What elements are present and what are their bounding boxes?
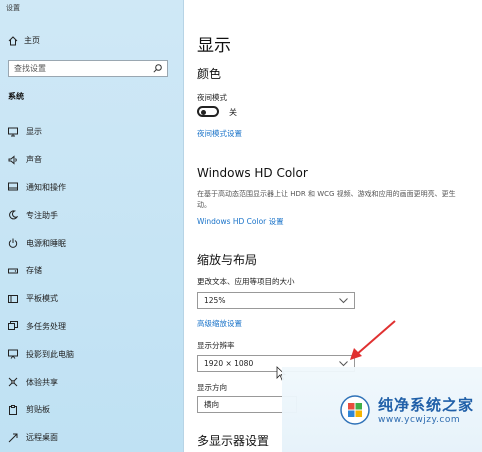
page-title: 显示 bbox=[197, 36, 231, 56]
home-nav-item[interactable]: 主页 bbox=[8, 35, 40, 46]
home-label: 主页 bbox=[24, 36, 40, 45]
share-icon bbox=[8, 377, 18, 387]
sidebar-item-label: 专注助手 bbox=[26, 210, 58, 220]
sidebar-item-label: 平板模式 bbox=[26, 294, 58, 304]
sidebar-item-label: 电源和睡眠 bbox=[26, 238, 66, 248]
orientation-label: 显示方向 bbox=[197, 383, 227, 392]
orientation-value: 横向 bbox=[204, 400, 219, 409]
resolution-label: 显示分辨率 bbox=[197, 341, 235, 350]
watermark-title: 纯净系统之家 bbox=[378, 396, 475, 414]
clipboard-icon bbox=[9, 404, 17, 415]
sidebar-item-clipboard[interactable]: 剪贴板 bbox=[0, 396, 183, 424]
notification-icon bbox=[8, 182, 18, 191]
remote-icon bbox=[8, 433, 18, 443]
watermark: 纯净系统之家 www.ycwjzy.com bbox=[282, 367, 482, 452]
speaker-icon bbox=[8, 155, 17, 165]
power-icon bbox=[8, 238, 18, 248]
search-input[interactable] bbox=[14, 64, 144, 73]
monitor-icon bbox=[8, 127, 18, 137]
storage-icon bbox=[8, 268, 18, 274]
sidebar-item-power-sleep[interactable]: 电源和睡眠 bbox=[0, 229, 183, 257]
sidebar: 设置 主页 系统 显示 声音 通知和操作 专注助手 电源和睡眠 bbox=[0, 0, 184, 452]
hd-color-heading: Windows HD Color bbox=[197, 166, 308, 180]
night-mode-label: 夜间模式 bbox=[197, 93, 227, 102]
search-box[interactable] bbox=[8, 60, 168, 77]
sidebar-item-shared-experiences[interactable]: 体验共享 bbox=[0, 368, 183, 396]
color-heading: 颜色 bbox=[197, 67, 222, 81]
sidebar-item-focus-assist[interactable]: 专注助手 bbox=[0, 201, 183, 229]
sidebar-item-label: 存储 bbox=[26, 266, 42, 276]
sidebar-item-label: 远程桌面 bbox=[26, 433, 58, 443]
sidebar-item-project-to-pc[interactable]: 投影到此电脑 bbox=[0, 340, 183, 368]
windows-logo-icon bbox=[340, 394, 370, 425]
sidebar-nav: 显示 声音 通知和操作 专注助手 电源和睡眠 存储 平板模式 多任务处理 投影到… bbox=[0, 118, 183, 452]
toggle-knob bbox=[201, 109, 206, 115]
night-mode-settings-link[interactable]: 夜间模式设置 bbox=[197, 128, 242, 139]
search-icon bbox=[153, 64, 162, 73]
moon-icon bbox=[9, 210, 18, 220]
multi-display-heading: 多显示器设置 bbox=[197, 434, 270, 448]
night-mode-state: 关 bbox=[229, 108, 237, 117]
sidebar-item-remote-desktop[interactable]: 远程桌面 bbox=[0, 424, 183, 452]
annotation-arrow bbox=[350, 320, 396, 360]
sidebar-item-label: 声音 bbox=[26, 155, 42, 165]
hd-color-description: 在基于高动态范围显示器上让 HDR 和 WCG 视频、游戏和应用的画面更明亮、更… bbox=[197, 190, 456, 209]
sidebar-item-label: 投影到此电脑 bbox=[26, 349, 74, 359]
watermark-text: 纯净系统之家 www.ycwjzy.com bbox=[378, 394, 474, 425]
sidebar-item-display[interactable]: 显示 bbox=[0, 118, 183, 146]
sidebar-item-multitasking[interactable]: 多任务处理 bbox=[0, 313, 183, 341]
sidebar-item-label: 显示 bbox=[26, 127, 42, 137]
scale-value: 125% bbox=[204, 296, 226, 305]
sidebar-item-sound[interactable]: 声音 bbox=[0, 146, 183, 174]
sidebar-item-label: 体验共享 bbox=[26, 377, 58, 387]
scale-layout-heading: 缩放与布局 bbox=[197, 253, 258, 267]
night-mode-toggle[interactable] bbox=[197, 106, 219, 117]
resolution-value: 1920 × 1080 bbox=[204, 359, 254, 368]
scale-dropdown[interactable]: 125% bbox=[197, 292, 355, 309]
multitask-icon bbox=[8, 321, 18, 331]
sidebar-item-tablet-mode[interactable]: 平板模式 bbox=[0, 285, 183, 313]
hd-color-settings-link[interactable]: Windows HD Color 设置 bbox=[197, 216, 284, 227]
home-icon bbox=[8, 35, 18, 45]
chevron-down-icon bbox=[339, 297, 348, 303]
window-title: 设置 bbox=[6, 4, 20, 12]
projector-icon bbox=[8, 349, 18, 360]
sidebar-item-label: 通知和操作 bbox=[26, 182, 66, 192]
section-title-system: 系统 bbox=[8, 92, 24, 101]
watermark-url: www.ycwjzy.com bbox=[378, 415, 461, 425]
sidebar-item-notifications[interactable]: 通知和操作 bbox=[0, 174, 183, 202]
sidebar-item-storage[interactable]: 存储 bbox=[0, 257, 183, 285]
tablet-icon bbox=[8, 294, 18, 303]
advanced-scale-link[interactable]: 高级缩放设置 bbox=[197, 318, 242, 329]
scale-label: 更改文本、应用等项目的大小 bbox=[197, 277, 295, 286]
sidebar-item-label: 多任务处理 bbox=[26, 321, 66, 331]
sidebar-item-label: 剪贴板 bbox=[26, 405, 50, 415]
